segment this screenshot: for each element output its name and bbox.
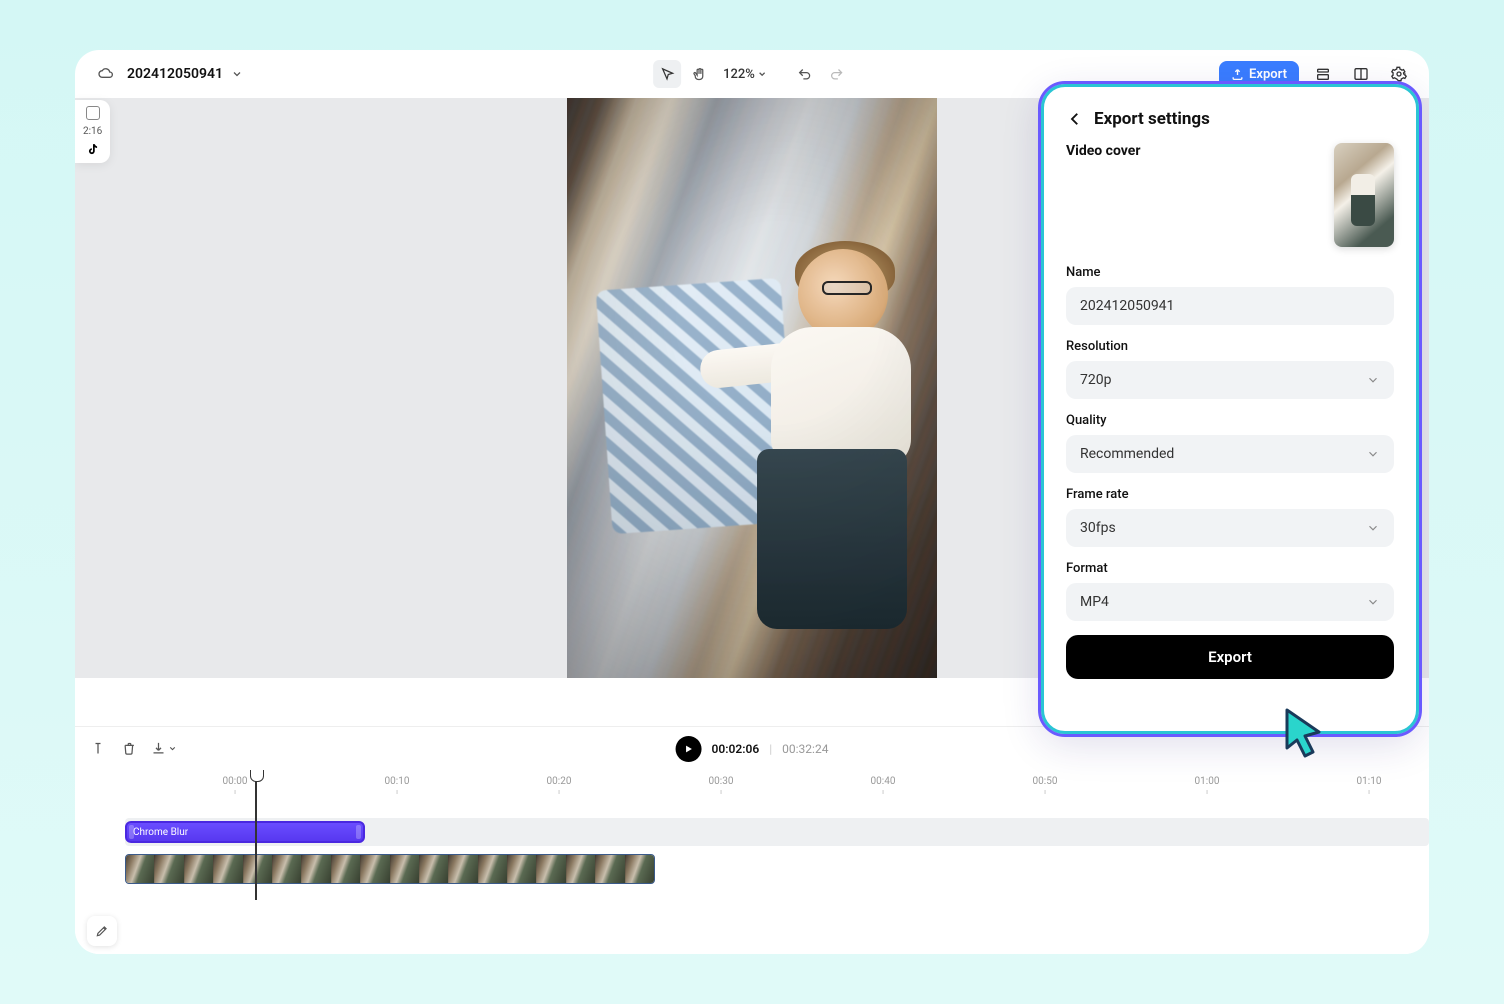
video-frame-thumb (567, 855, 596, 883)
resolution-select[interactable]: 720p (1066, 361, 1394, 399)
quality-label: Quality (1066, 413, 1394, 428)
video-frame-thumb (626, 855, 654, 883)
video-frame-thumb (537, 855, 566, 883)
format-label: Format (1066, 561, 1394, 576)
chevron-down-icon (757, 69, 767, 79)
ruler-tick: 00:40 (871, 776, 896, 787)
video-frame-thumb (479, 855, 508, 883)
framerate-select[interactable]: 30fps (1066, 509, 1394, 547)
play-icon (684, 744, 694, 754)
video-frame-thumb (155, 855, 184, 883)
hand-tool-icon[interactable] (685, 60, 713, 88)
name-input[interactable]: 202412050941 (1066, 287, 1394, 325)
ruler-tick: 00:00 (223, 776, 248, 787)
time-total: 00:32:24 (782, 742, 828, 756)
ruler-tick: 01:10 (1357, 776, 1382, 787)
back-icon[interactable] (1066, 110, 1084, 128)
project-name[interactable]: 202412050941 (127, 66, 223, 82)
video-frame-thumb (391, 855, 420, 883)
play-button[interactable] (676, 736, 702, 762)
zoom-level[interactable]: 122% (723, 67, 767, 82)
effect-clip[interactable]: Chrome Blur (125, 821, 365, 843)
chevron-down-icon (168, 744, 177, 753)
undo-icon[interactable] (791, 60, 819, 88)
chevron-down-icon (1366, 521, 1380, 535)
video-frame-thumb (332, 855, 361, 883)
quality-select[interactable]: Recommended (1066, 435, 1394, 473)
video-cover-thumb[interactable] (1334, 143, 1394, 247)
video-frame-thumb (449, 855, 478, 883)
app-window: 202412050941 122% (75, 50, 1429, 954)
chevron-down-icon (1366, 447, 1380, 461)
video-frame-thumb (508, 855, 537, 883)
playhead[interactable] (255, 770, 257, 900)
ruler-tick: 01:00 (1195, 776, 1220, 787)
bottom-panel: 00:02:06 | 00:32:24 00:0000:1000:2000:30… (75, 726, 1429, 954)
name-label: Name (1066, 265, 1394, 280)
export-panel-title: Export settings (1094, 109, 1210, 129)
video-frame-thumb (185, 855, 214, 883)
download-icon[interactable] (151, 741, 177, 756)
video-frame-thumb (361, 855, 390, 883)
time-current: 00:02:06 (712, 742, 760, 756)
framerate-label: Frame rate (1066, 487, 1394, 502)
clip-thumb[interactable] (86, 106, 100, 120)
export-settings-panel: Export settings Video cover Name 2024120… (1041, 84, 1419, 734)
timeline[interactable]: 00:00 00:10 00:20 00:30 00:40 00:50 01:00 01:10… (75, 770, 1429, 954)
clip-duration: 2:16 (83, 126, 102, 137)
video-frame-thumb (420, 855, 449, 883)
video-cover-label: Video cover (1066, 143, 1140, 159)
split-icon[interactable] (93, 741, 108, 756)
chevron-down-icon (1366, 595, 1380, 609)
ruler-tick: 00:20 (547, 776, 572, 787)
ruler-tick: 00:30 (709, 776, 734, 787)
resolution-label: Resolution (1066, 339, 1394, 354)
export-confirm-button[interactable]: Export (1066, 635, 1394, 679)
ruler-tick: 00:10 (385, 776, 410, 787)
side-panel: 2:16 (75, 100, 110, 163)
video-clip[interactable] (125, 854, 655, 884)
video-frame-thumb (244, 855, 273, 883)
chevron-down-icon (1366, 373, 1380, 387)
video-frame-thumb (214, 855, 243, 883)
ruler-tick: 00:50 (1033, 776, 1058, 787)
tiktok-icon[interactable] (86, 143, 100, 157)
edit-pencil-icon[interactable] (87, 916, 117, 946)
video-frame-thumb (596, 855, 625, 883)
cloud-save-icon[interactable] (91, 60, 119, 88)
video-frame-thumb (126, 855, 155, 883)
project-dropdown-icon[interactable] (231, 68, 243, 80)
format-select[interactable]: MP4 (1066, 583, 1394, 621)
video-preview (567, 98, 937, 678)
delete-icon[interactable] (122, 741, 137, 756)
export-icon (1231, 68, 1244, 81)
timeline-ruler[interactable]: 00:00 00:10 00:20 00:30 00:40 00:50 01:00 01:10 (125, 776, 1429, 798)
video-frame-thumb (302, 855, 331, 883)
pointer-tool-icon[interactable] (653, 60, 681, 88)
cursor-icon (1281, 706, 1329, 760)
video-frame-thumb (273, 855, 302, 883)
redo-icon[interactable] (823, 60, 851, 88)
